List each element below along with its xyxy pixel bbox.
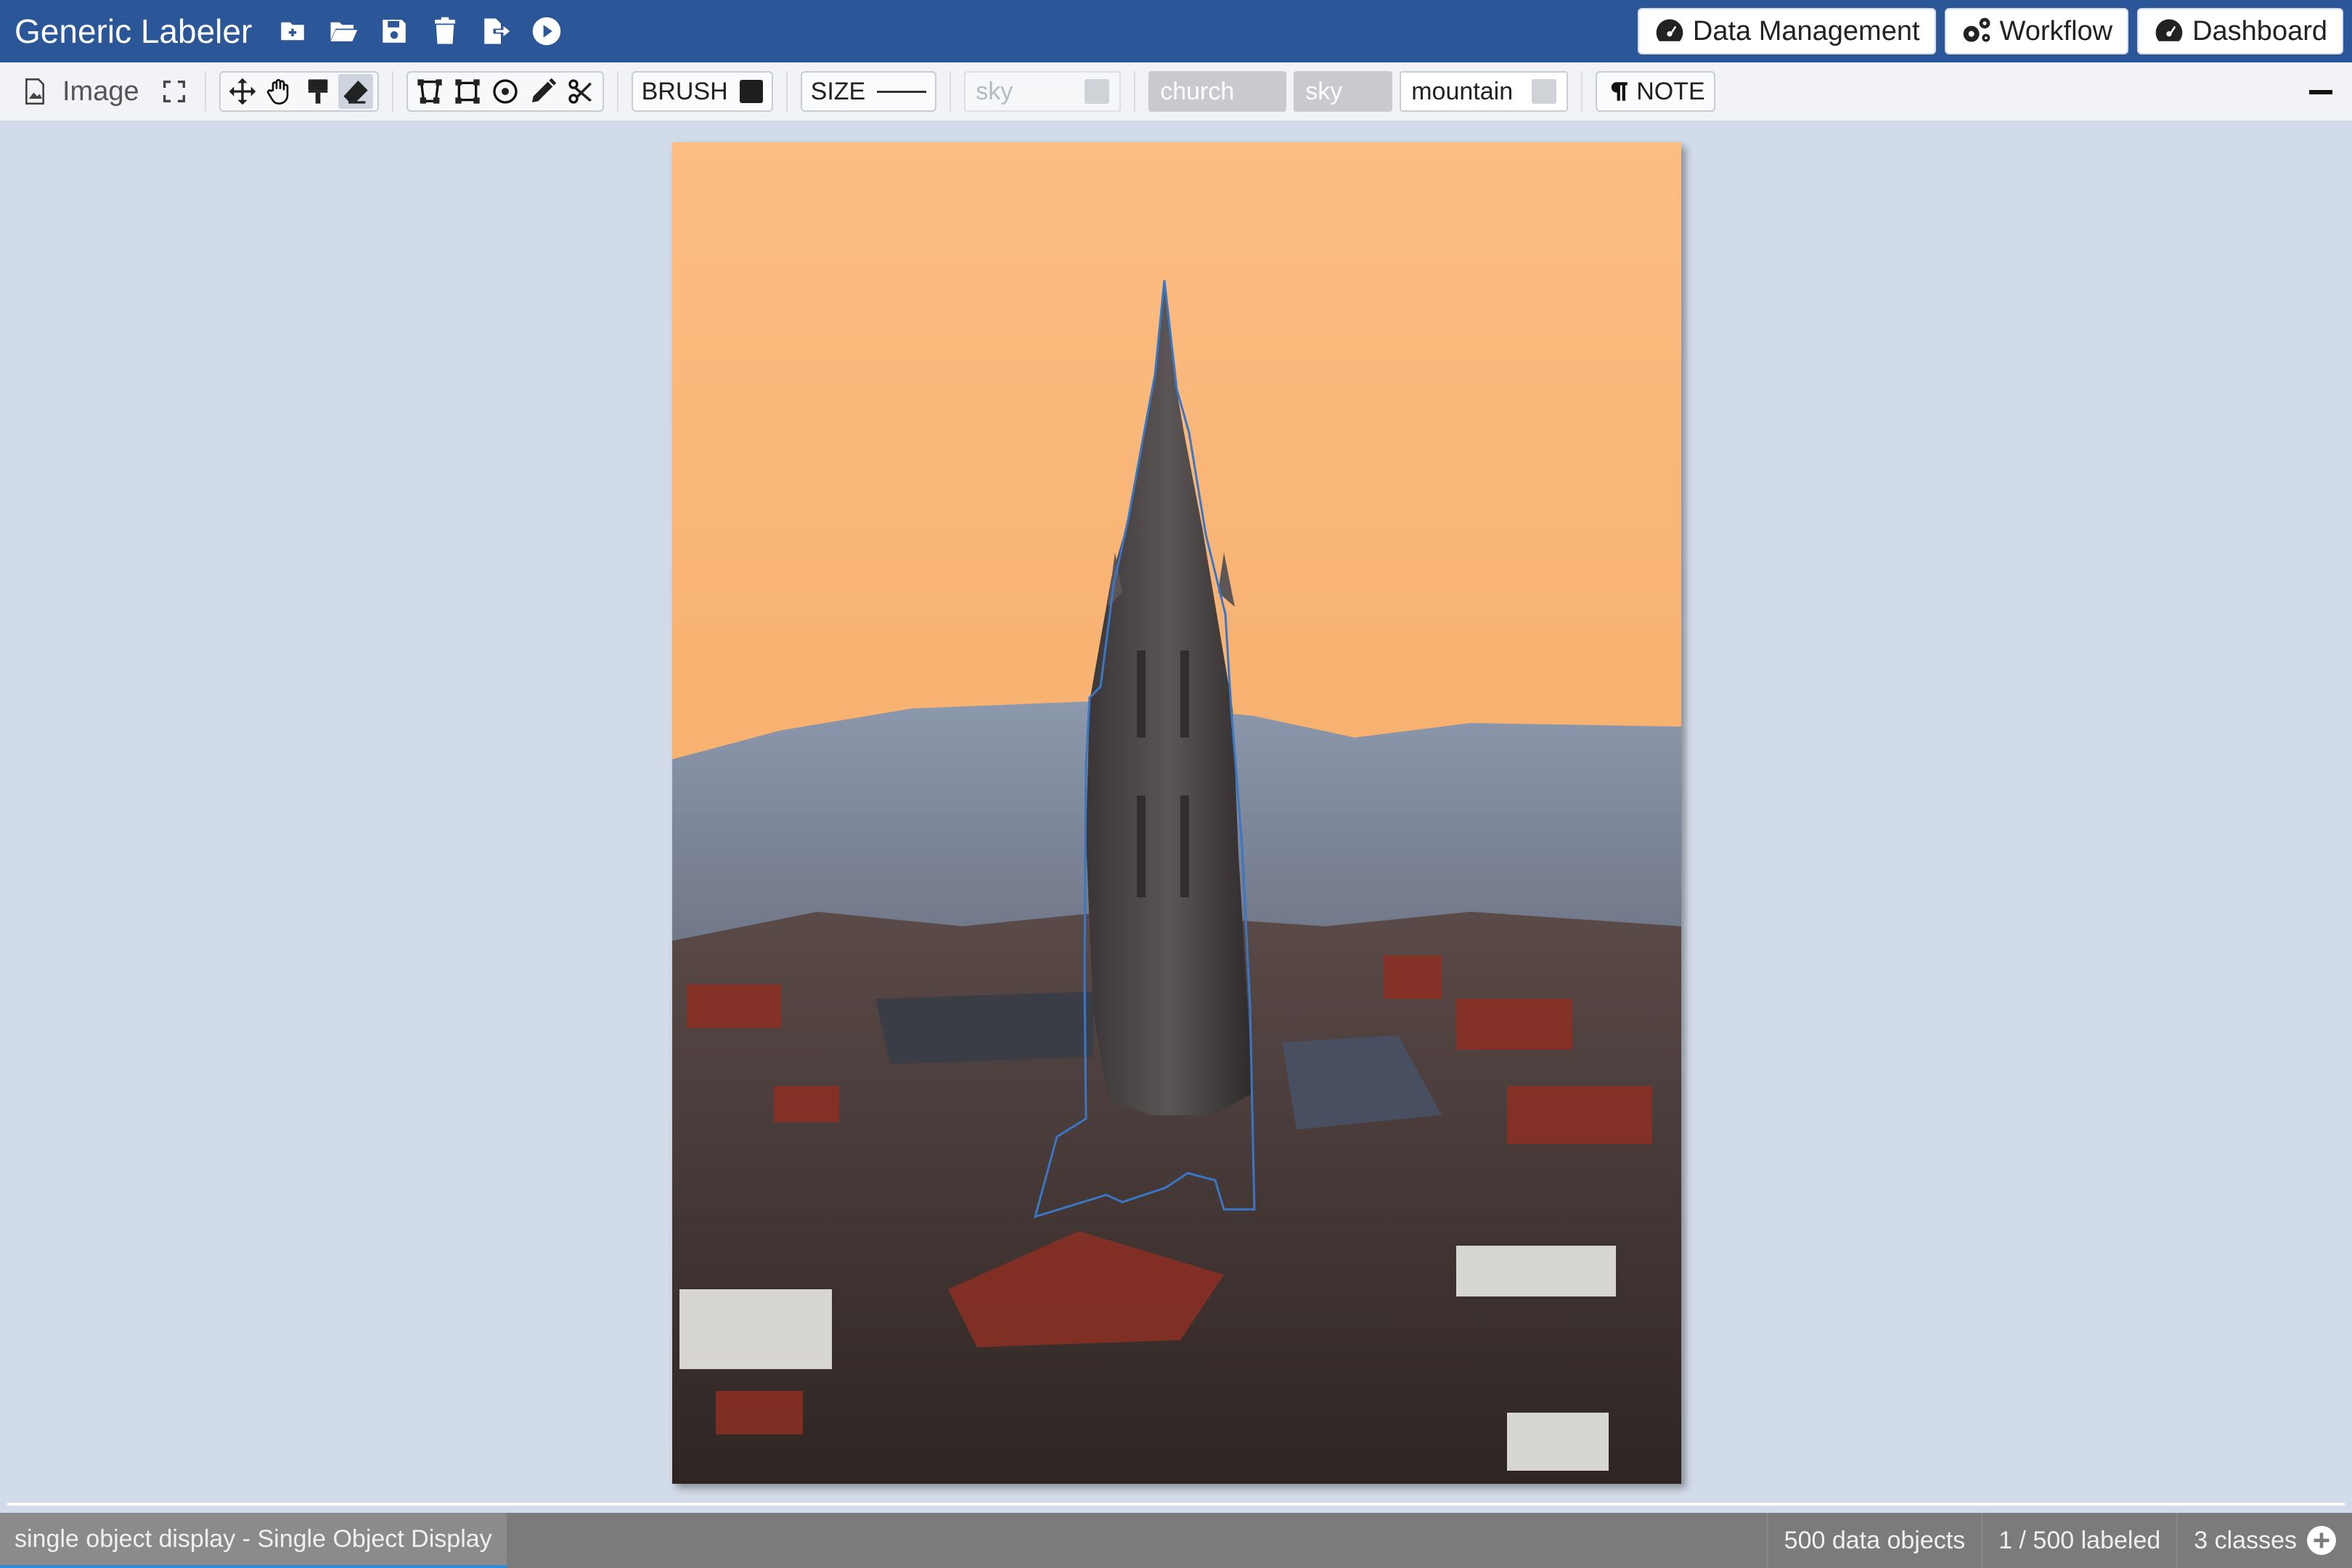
labeling-canvas[interactable]	[7, 123, 2345, 1503]
class-label: mountain	[1411, 77, 1514, 105]
workflow-button[interactable]: Workflow	[1944, 8, 2129, 54]
toolbar-divider	[616, 71, 618, 112]
image-viewport[interactable]	[672, 142, 1681, 1484]
top-navigation-bar: Generic Labeler Data Management Workflow	[0, 0, 2352, 62]
labeling-toolbar: Image BRUSH SIZE sky church sky mountain…	[0, 62, 2352, 122]
class-label: sky	[1305, 77, 1343, 105]
class-tag-sky[interactable]: sky	[1294, 71, 1393, 112]
dashboard-button[interactable]: Dashboard	[2137, 8, 2343, 54]
app-title: Generic Labeler	[15, 12, 253, 50]
toolbar-divider	[204, 71, 206, 112]
data-management-button[interactable]: Data Management	[1637, 8, 1936, 54]
scissors-icon[interactable]	[563, 74, 598, 109]
class-label: church	[1160, 77, 1235, 105]
note-label: NOTE	[1636, 77, 1705, 105]
labeled-count: 1 / 500 labeled	[1981, 1513, 2176, 1568]
toolbar-divider	[1134, 71, 1136, 112]
scene-image	[672, 142, 1681, 1484]
new-file-icon[interactable]	[274, 12, 311, 50]
nav-buttons: Data Management Workflow Dashboard	[1637, 8, 2352, 54]
pencil-icon[interactable]	[526, 74, 560, 109]
view-group: Image	[17, 71, 192, 112]
classes-count: 3 classes	[2176, 1513, 2352, 1568]
workflow-label: Workflow	[1999, 15, 2113, 46]
toolbar-divider	[950, 71, 952, 112]
class-tag-church[interactable]: church	[1148, 71, 1287, 112]
toolbar-divider	[785, 71, 788, 112]
class-color-chip	[1085, 79, 1110, 104]
classes-label: 3 classes	[2194, 1526, 2297, 1554]
size-button[interactable]: SIZE	[800, 71, 937, 112]
dashboard-icon	[2155, 19, 2183, 41]
save-icon[interactable]	[375, 12, 413, 50]
polygon-icon[interactable]	[412, 74, 447, 109]
move-icon[interactable]	[225, 74, 260, 109]
export-icon[interactable]	[477, 12, 515, 50]
view-label: Image	[62, 75, 139, 107]
shape-tools	[406, 71, 604, 112]
delete-icon[interactable]	[426, 12, 464, 50]
minus-icon	[2309, 90, 2332, 94]
canvas-divider	[7, 1503, 2345, 1506]
dashboard-icon	[1656, 19, 1683, 41]
collapse-toolbar-button[interactable]	[2303, 74, 2339, 110]
circle-icon[interactable]	[488, 74, 523, 109]
size-indicator	[877, 90, 927, 93]
rectangle-icon[interactable]	[450, 74, 485, 109]
add-class-button[interactable]	[2307, 1526, 2336, 1555]
size-label: SIZE	[810, 77, 866, 105]
class-label: sky	[976, 77, 1013, 105]
run-icon[interactable]	[528, 12, 565, 50]
brush-label: BRUSH	[641, 77, 728, 105]
class-select-sky-disabled[interactable]: sky	[964, 71, 1122, 112]
open-folder-icon[interactable]	[324, 12, 362, 50]
note-button[interactable]: NOTE	[1596, 71, 1715, 112]
data-objects-count: 500 data objects	[1766, 1513, 1982, 1568]
gears-icon	[1963, 17, 1990, 42]
data-management-label: Data Management	[1692, 15, 1920, 46]
plus-icon	[2314, 1532, 2329, 1548]
status-bar: single object display - Single Object Di…	[0, 1513, 2352, 1568]
class-tag-mountain[interactable]: mountain	[1400, 71, 1569, 112]
hand-icon[interactable]	[263, 74, 298, 109]
paragraph-icon	[1611, 82, 1628, 101]
status-summary: 500 data objects 1 / 500 labeled 3 class…	[1766, 1513, 2352, 1568]
brush-button[interactable]: BRUSH	[631, 71, 773, 112]
image-file-icon	[17, 74, 52, 109]
toolbar-divider	[1581, 71, 1583, 112]
fullscreen-icon[interactable]	[157, 74, 192, 109]
dashboard-label: Dashboard	[2192, 15, 2327, 46]
navigation-tools	[219, 71, 379, 112]
eraser-icon[interactable]	[338, 74, 373, 109]
brush-color-swatch	[739, 80, 763, 103]
class-color-chip	[1532, 79, 1557, 104]
file-actions	[274, 12, 565, 50]
toolbar-divider	[391, 71, 393, 112]
view-tab[interactable]: single object display - Single Object Di…	[0, 1513, 507, 1568]
paint-brush-icon[interactable]	[301, 74, 335, 109]
